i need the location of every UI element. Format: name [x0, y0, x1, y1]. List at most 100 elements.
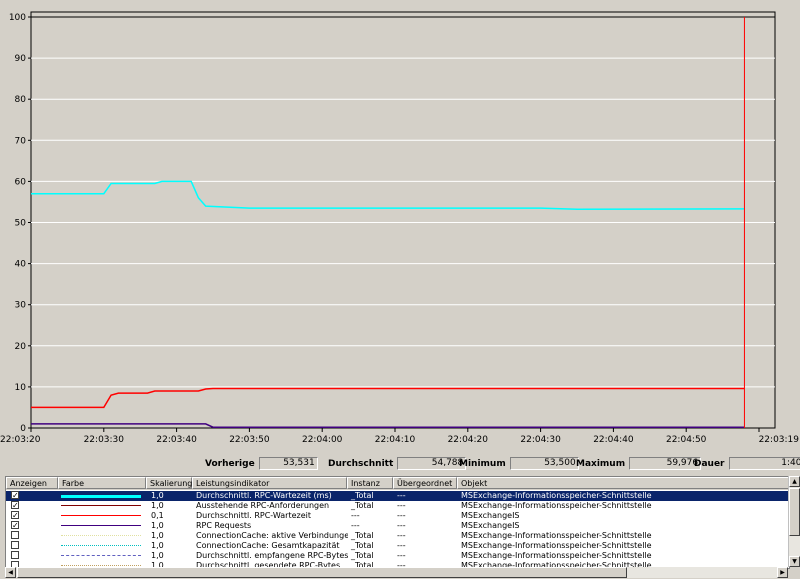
stat-previous-value: 53,531	[258, 457, 318, 470]
y-tick-label: 70	[15, 136, 27, 146]
x-tick-label: 22:04:00	[302, 435, 343, 445]
scroll-down-button[interactable]: ▼	[789, 556, 800, 567]
scroll-up-icon: ▲	[792, 478, 797, 485]
legend-row[interactable]: 1,0 ConnectionCache: Gesamtkapazität _Tota…	[6, 541, 789, 551]
cell-scale: 1,0	[151, 491, 164, 500]
cell-object: MSExchangeIS	[461, 511, 520, 520]
y-tick-label: 40	[15, 260, 27, 270]
cell-scale: 1,0	[151, 501, 164, 510]
legend-row[interactable]: ✓ 0,1 Durchschnittl. RPC-Wartezeit --- --- MS…	[6, 511, 789, 521]
header-color[interactable]: Farbe	[58, 477, 146, 489]
cell-counter: Durchschnittl. RPC-Wartezeit (ms)	[196, 491, 332, 500]
show-checkbox[interactable]: ✓	[11, 511, 19, 520]
y-tick-label: 50	[15, 219, 27, 229]
cell-object: MSExchange-Informationsspeicher-Schnitts…	[461, 531, 652, 540]
show-checkbox[interactable]	[11, 551, 19, 559]
legend-row[interactable]: ✓ 1,0 RPC Requests --- --- MSExchangeIS	[6, 521, 789, 531]
stat-maximum: Maximum 59,976	[576, 457, 702, 470]
legend-row[interactable]: 1,0 Durchschnittl. empfangene RPC-Bytes _T…	[6, 551, 789, 561]
cell-counter: ConnectionCache: Gesamtkapazität	[196, 541, 340, 550]
color-swatch	[61, 495, 141, 498]
cell-scale: 1,0	[151, 541, 164, 550]
scroll-left-icon: ◀	[8, 569, 13, 576]
stat-duration-label: Dauer	[694, 458, 725, 469]
check-icon: ✓	[12, 491, 19, 500]
stat-average-value: 54,788	[397, 457, 467, 470]
cell-object: MSExchange-Informationsspeicher-Schnitts…	[461, 551, 652, 560]
stat-average-label: Durchschnitt	[328, 458, 394, 469]
y-tick-label: 20	[15, 342, 27, 352]
legend-vertical-scrollbar[interactable]: ▲ ▼	[788, 476, 800, 567]
legend-horizontal-scrollbar[interactable]: ◀ ▶	[5, 567, 788, 578]
header-instance[interactable]: Instanz	[347, 477, 393, 489]
stat-maximum-label: Maximum	[576, 458, 626, 469]
cell-instance: _Total	[351, 541, 374, 550]
cell-scale: 0,1	[151, 511, 164, 520]
cell-parent: ---	[397, 531, 406, 540]
show-checkbox[interactable]	[11, 541, 19, 549]
cell-object: MSExchange-Informationsspeicher-Schnitts…	[461, 501, 652, 510]
cell-counter: Durchschnittl. empfangene RPC-Bytes	[196, 551, 348, 560]
legend-header: Anzeigen Farbe Skalierung Leistungsindik…	[6, 477, 789, 490]
show-checkbox[interactable]: ✓	[11, 501, 19, 510]
header-scale[interactable]: Skalierung	[146, 477, 192, 489]
stat-duration: Dauer 1:40	[694, 457, 800, 470]
cell-instance: _Total	[351, 501, 374, 510]
scroll-right-icon: ▶	[780, 569, 785, 576]
legend-row[interactable]: ✓ 1,0 Durchschnittl. RPC-Wartezeit (ms) _To…	[6, 491, 789, 501]
cell-counter: Ausstehende RPC-Anforderungen	[196, 501, 330, 510]
color-swatch	[61, 545, 141, 546]
cell-instance: ---	[351, 521, 360, 530]
cell-object: MSExchange-Informationsspeicher-Schnitts…	[461, 491, 652, 500]
y-tick-label: 0	[20, 424, 26, 434]
x-tick-label: 22:03:50	[229, 435, 270, 445]
legend-row[interactable]: 1,0 ConnectionCache: aktive Verbindungen _…	[6, 531, 789, 541]
scroll-left-button[interactable]: ◀	[5, 567, 16, 578]
cell-parent: ---	[397, 501, 406, 510]
vertical-scroll-thumb[interactable]	[789, 488, 800, 536]
show-checkbox[interactable]	[11, 531, 19, 539]
color-swatch	[61, 535, 141, 536]
stat-duration-value: 1:40	[728, 457, 800, 470]
cell-counter: ConnectionCache: aktive Verbindungen	[196, 531, 348, 540]
x-tick-label: 22:03:40	[156, 435, 197, 445]
cell-object: MSExchange-Informationsspeicher-Schnitts…	[461, 541, 652, 550]
legend-row[interactable]: ✓ 1,0 Ausstehende RPC-Anforderungen _Total -…	[6, 501, 789, 511]
header-show[interactable]: Anzeigen	[6, 477, 58, 489]
y-tick-label: 10	[15, 383, 27, 393]
stat-average: Durchschnitt 54,788	[328, 457, 467, 470]
x-tick-label: 22:03:30	[84, 435, 125, 445]
performance-graph: 0 10 20 30 40 50 60 70 80 90 100 22:03:20 22:03:30 2…	[0, 11, 799, 445]
y-tick-label: 60	[15, 177, 27, 187]
color-swatch	[61, 525, 141, 526]
check-icon: ✓	[12, 511, 19, 520]
scroll-right-button[interactable]: ▶	[777, 567, 788, 578]
header-object[interactable]: Objekt	[457, 477, 789, 489]
header-counter[interactable]: Leistungsindikator	[192, 477, 347, 489]
color-swatch	[61, 555, 141, 556]
header-parent[interactable]: Übergeordnet	[393, 477, 457, 489]
scroll-down-icon: ▼	[792, 558, 797, 565]
show-checkbox[interactable]: ✓	[11, 491, 19, 500]
cell-instance: _Total	[351, 531, 374, 540]
cell-parent: ---	[397, 511, 406, 520]
cell-parent: ---	[397, 541, 406, 550]
plot-top-bar	[30, 11, 776, 18]
horizontal-scroll-thumb[interactable]	[17, 567, 627, 578]
cell-scale: 1,0	[151, 551, 164, 560]
check-icon: ✓	[12, 501, 19, 510]
x-tick-label: 22:04:20	[448, 435, 489, 445]
y-tick-label: 30	[15, 301, 27, 311]
stat-maximum-value: 59,976	[629, 457, 702, 470]
cell-scale: 1,0	[151, 521, 164, 530]
x-tick-label: 22:03:20	[0, 435, 41, 445]
x-tick-label: 22:04:30	[520, 435, 561, 445]
color-swatch	[61, 505, 141, 506]
scroll-up-button[interactable]: ▲	[789, 476, 800, 487]
cell-object: MSExchangeIS	[461, 521, 520, 530]
show-checkbox[interactable]: ✓	[11, 521, 19, 530]
color-swatch	[61, 515, 141, 516]
y-tick-label: 90	[15, 54, 27, 64]
stat-previous-label: Vorherige	[205, 458, 255, 469]
counter-legend-list[interactable]: Anzeigen Farbe Skalierung Leistungsindik…	[5, 476, 790, 569]
